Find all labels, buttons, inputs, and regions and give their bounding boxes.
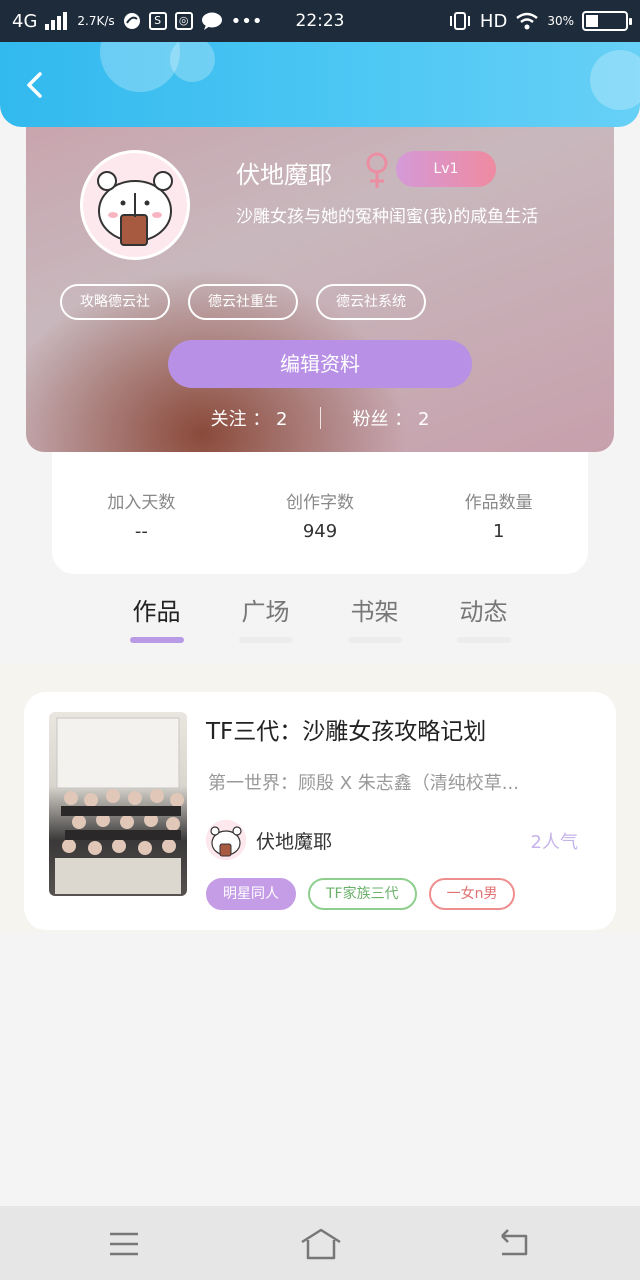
popularity-count: 2人气 — [530, 832, 578, 853]
browser-icon — [123, 13, 140, 29]
author-avatar[interactable] — [206, 820, 246, 860]
signal-icon — [45, 12, 68, 30]
system-nav-bar — [0, 1206, 640, 1280]
menu-icon[interactable] — [106, 1226, 142, 1262]
vibrate-icon — [449, 12, 470, 30]
decor-bubble — [100, 42, 180, 92]
following-label: 关注 — [210, 409, 247, 430]
tab-bookshelf[interactable]: 书架 — [320, 592, 429, 646]
tab-label: 作品 — [132, 598, 181, 626]
work-cover-image[interactable] — [49, 712, 187, 896]
decor-bubble — [590, 50, 640, 110]
tab-underline — [457, 637, 511, 643]
avatar[interactable] — [80, 150, 190, 260]
wifi-icon — [516, 12, 539, 30]
battery-percent: 30% — [547, 14, 574, 28]
edit-profile-button[interactable]: 编辑资料 — [168, 340, 472, 388]
followers-stat[interactable]: 粉丝 ： 2 — [353, 405, 430, 431]
stat-label: 作品数量 — [464, 493, 533, 513]
network-type: 4G — [12, 10, 38, 32]
back-icon[interactable] — [22, 72, 48, 98]
following-stat[interactable]: 关注 ： 2 — [211, 405, 288, 431]
group-photo-image — [55, 717, 184, 894]
tab-square[interactable]: 广场 — [211, 592, 320, 646]
profile-tag[interactable]: 德云社系统 — [316, 284, 426, 320]
work-tags: 明星同人 TF家族三代 一女n男 — [206, 878, 516, 910]
top-header — [0, 42, 640, 127]
stat-word-count: 创作字数 949 — [231, 452, 410, 574]
decor-bubble — [170, 42, 215, 82]
qq-app-icon: ◎ — [174, 12, 193, 30]
stats-card: 加入天数 -- 创作字数 949 作品数量 1 — [52, 452, 588, 574]
stat-value: 949 — [302, 521, 338, 542]
stat-join-days: 加入天数 -- — [52, 452, 231, 574]
username: 伏地魔耶 — [236, 161, 332, 189]
user-bio: 沙雕女孩与她的冤种闺蜜(我)的咸鱼生活 — [236, 207, 539, 227]
back-nav-icon[interactable] — [496, 1226, 532, 1262]
stat-works-count: 作品数量 1 — [409, 452, 588, 574]
tab-works[interactable]: 作品 — [102, 592, 211, 646]
female-icon — [366, 152, 388, 188]
tab-underline — [348, 637, 402, 643]
work-tag[interactable]: TF家族三代 — [308, 878, 417, 910]
work-tag[interactable]: 明星同人 — [206, 878, 296, 910]
network-speed: 2.7K/s — [77, 14, 115, 28]
profile-tag[interactable]: 攻略德云社 — [60, 284, 170, 320]
hd-indicator: HD — [479, 10, 508, 32]
tab-label: 动态 — [459, 598, 508, 626]
work-tag[interactable]: 一女n男 — [428, 878, 516, 910]
tab-underline — [130, 637, 184, 643]
tab-label: 书架 — [350, 598, 399, 626]
more-notifications-icon: ••• — [230, 10, 263, 32]
profile-tags: 攻略德云社 德云社重生 德云社系统 — [60, 284, 426, 320]
followers-label: 粉丝 — [352, 409, 389, 430]
follow-stats: 关注 ： 2 粉丝 ： 2 — [26, 405, 614, 431]
bear-avatar-icon — [83, 153, 187, 257]
tab-activity[interactable]: 动态 — [429, 592, 538, 646]
stat-label: 加入天数 — [107, 493, 176, 513]
battery-icon — [582, 11, 632, 31]
tab-underline — [239, 637, 293, 643]
profile-tabs: 作品 广场 书架 动态 — [102, 592, 538, 646]
work-card[interactable]: TF三代：沙雕女孩攻略记划 第一世界：顾殷 X 朱志鑫（清纯校草... 伏地魔耶… — [24, 692, 616, 930]
divider — [319, 407, 321, 429]
work-title[interactable]: TF三代：沙雕女孩攻略记划 — [206, 712, 486, 746]
home-icon[interactable] — [300, 1226, 342, 1262]
stat-value: -- — [134, 521, 148, 542]
bear-avatar-icon — [206, 820, 246, 860]
s-app-icon: S — [148, 12, 167, 30]
profile-card: 伏地魔耶 Lv1 沙雕女孩与她的冤种闺蜜(我)的咸鱼生活 攻略德云社 德云社重生… — [26, 100, 614, 452]
message-icon — [201, 12, 222, 30]
following-count: 2 — [276, 409, 288, 430]
status-bar: 4G 2.7K/s S ◎ ••• 22:23 HD 30% — [0, 0, 640, 42]
tab-label: 广场 — [241, 598, 290, 626]
stat-value: 1 — [492, 521, 505, 542]
followers-count: 2 — [417, 409, 430, 430]
author-name[interactable]: 伏地魔耶 — [256, 827, 332, 854]
works-list: TF三代：沙雕女孩攻略记划 第一世界：顾殷 X 朱志鑫（清纯校草... 伏地魔耶… — [0, 664, 640, 932]
profile-tag[interactable]: 德云社重生 — [188, 284, 298, 320]
stat-label: 创作字数 — [286, 493, 354, 513]
work-description: 第一世界：顾殷 X 朱志鑫（清纯校草... — [208, 773, 519, 794]
level-badge: Lv1 — [396, 151, 496, 187]
